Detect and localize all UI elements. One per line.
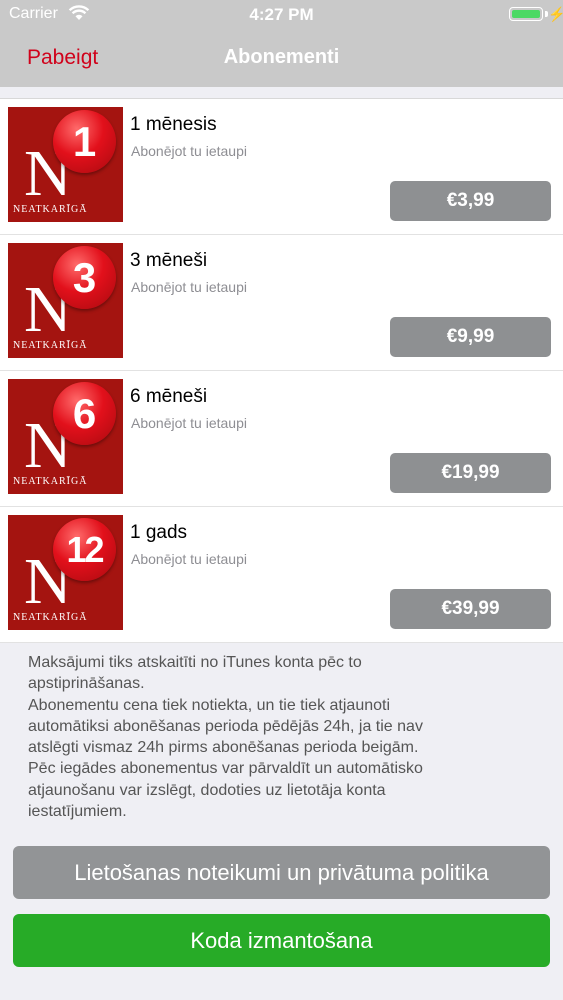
done-button[interactable]: Pabeigt <box>27 46 98 70</box>
subscription-subtitle: Abonējot tu ietaupi <box>131 551 247 567</box>
info-line: automātiksi abonēšanas perioda pēdējās 2… <box>28 717 423 735</box>
logo-wordmark: NEATKARĪGĀ <box>13 612 88 623</box>
subscription-row-1-month[interactable]: N NEATKARĪGĀ 1 1 mēnesis Abonējot tu iet… <box>0 99 563 235</box>
subscription-subtitle: Abonējot tu ietaupi <box>131 143 247 159</box>
newspaper-logo: N NEATKARĪGĀ 3 <box>8 243 123 358</box>
logo-wordmark: NEATKARĪGĀ <box>13 204 88 215</box>
info-line: Pēc iegādes abonementus var pārvaldīt un… <box>28 760 423 778</box>
subscription-subtitle: Abonējot tu ietaupi <box>131 279 247 295</box>
terms-and-privacy-button[interactable]: Lietošanas noteikumi un privātuma politi… <box>13 846 550 899</box>
newspaper-logo: N NEATKARĪGĀ 12 <box>8 515 123 630</box>
subscription-title: 3 mēneši <box>130 250 208 271</box>
battery-icon <box>509 7 543 21</box>
subscription-row-1-year[interactable]: N NEATKARĪGĀ 12 1 gads Abonējot tu ietau… <box>0 507 563 643</box>
charging-icon: ⚡ <box>548 6 563 22</box>
buy-button-6-months[interactable]: €19,99 <box>390 453 551 493</box>
duration-badge: 6 <box>53 382 116 445</box>
info-line: atslēgti vismaz 24h pirms abonēšanas per… <box>28 739 419 757</box>
logo-wordmark: NEATKARĪGĀ <box>13 340 88 351</box>
subscription-row-3-months[interactable]: N NEATKARĪGĀ 3 3 mēneši Abonējot tu ieta… <box>0 235 563 371</box>
buy-button-3-months[interactable]: €9,99 <box>390 317 551 357</box>
buy-button-1-year[interactable]: €39,99 <box>390 589 551 629</box>
duration-badge: 1 <box>53 110 116 173</box>
subscription-list: N NEATKARĪGĀ 1 1 mēnesis Abonējot tu iet… <box>0 98 563 643</box>
subscription-terms-text: Maksājumi tiks atskaitīti no iTunes kont… <box>28 652 538 822</box>
newspaper-logo: N NEATKARĪGĀ 1 <box>8 107 123 222</box>
status-bar: Carrier 4:27 PM ⚡ <box>0 0 563 30</box>
info-line: Maksājumi tiks atskaitīti no iTunes kont… <box>28 654 362 671</box>
subscription-subtitle: Abonējot tu ietaupi <box>131 415 247 431</box>
info-line: atjaunošanu var izslēgt, dodoties uz lie… <box>28 781 386 799</box>
duration-badge: 12 <box>53 518 116 581</box>
buy-button-1-month[interactable]: €3,99 <box>390 181 551 221</box>
subscription-title: 1 mēnesis <box>130 114 217 135</box>
newspaper-logo: N NEATKARĪGĀ 6 <box>8 379 123 494</box>
subscription-row-6-months[interactable]: N NEATKARĪGĀ 6 6 mēneši Abonējot tu ieta… <box>0 371 563 507</box>
navigation-bar: Pabeigt Abonementi <box>0 30 563 87</box>
duration-badge: 3 <box>53 246 116 309</box>
subscription-title: 6 mēneši <box>130 386 208 407</box>
redeem-code-button[interactable]: Koda izmantošana <box>13 914 550 967</box>
subscription-title: 1 gads <box>130 522 188 543</box>
battery-level <box>512 10 540 18</box>
info-line: iestatījumiem. <box>28 803 127 821</box>
info-line: apstiprināšanas. <box>28 675 145 693</box>
info-line: Abonementu cena tiek notiekta, un tie ti… <box>28 696 391 714</box>
status-time: 4:27 PM <box>249 5 314 24</box>
logo-wordmark: NEATKARĪGĀ <box>13 476 88 487</box>
